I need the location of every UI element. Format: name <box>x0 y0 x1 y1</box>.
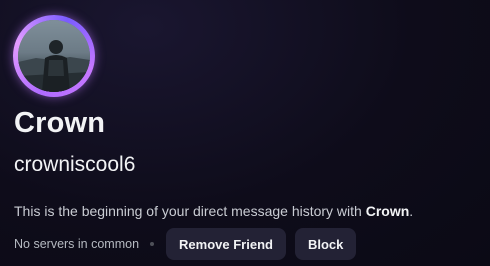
dm-history-intro-text: This is the beginning of your direct mes… <box>14 202 413 220</box>
avatar[interactable] <box>13 15 95 97</box>
history-intro-name: Crown <box>365 203 410 219</box>
block-button[interactable]: Block <box>294 228 357 260</box>
avatar-photo-icon <box>18 20 90 92</box>
display-name: Crown <box>14 107 106 139</box>
dm-intro-panel: Crown crowniscool6 This is the beginning… <box>0 0 490 266</box>
mutual-servers-text: No servers in common <box>14 237 140 251</box>
history-intro-prefix: This is the beginning of your direct mes… <box>14 203 366 219</box>
username: crowniscool6 <box>14 153 136 176</box>
profile-actions-row: No servers in common Remove Friend Block <box>14 228 365 260</box>
separator-dot <box>150 242 155 246</box>
remove-friend-button[interactable]: Remove Friend <box>166 228 286 260</box>
history-intro-suffix: . <box>409 203 414 219</box>
